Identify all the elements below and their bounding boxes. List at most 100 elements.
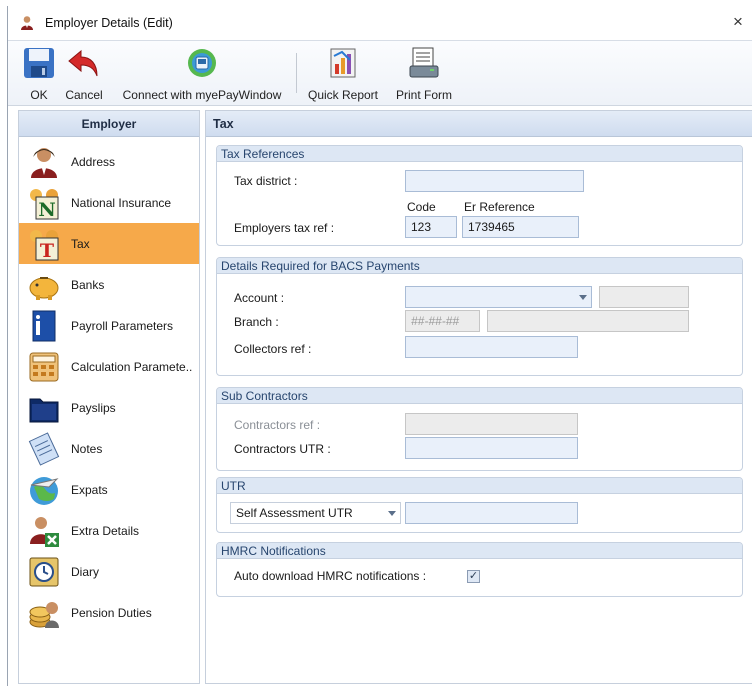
group-title-utr: UTR	[217, 478, 742, 494]
chart-report-icon	[330, 48, 356, 78]
pension-coins-icon	[27, 596, 61, 630]
quick-report-label: Quick Report	[307, 88, 379, 102]
cancel-button-label: Cancel	[65, 88, 103, 102]
person-extra-icon	[27, 514, 61, 548]
tax-panel: Tax Tax References Tax district : Code E…	[205, 110, 752, 684]
code-header: Code	[407, 200, 436, 214]
collectors-ref-label: Collectors ref :	[234, 342, 312, 356]
cancel-button[interactable]: Cancel	[62, 43, 106, 105]
nav-list: Address N National Insurance T Tax Banks Payro…	[19, 137, 199, 633]
payslip-folder-icon	[27, 391, 61, 425]
print-form-button[interactable]: Print Form	[389, 43, 459, 105]
nav-item-expats[interactable]: Expats	[19, 469, 199, 510]
utr-group: UTR Self Assessment UTR	[216, 477, 743, 533]
svg-text:N: N	[38, 199, 55, 220]
connect-mypaywindow-button[interactable]: Connect with myePayWindow	[118, 43, 286, 105]
toolbar-separator	[296, 53, 297, 93]
group-title-sub-contractors: Sub Contractors	[217, 388, 742, 404]
nav-item-label: National Insurance	[71, 195, 172, 210]
app-person-icon	[21, 16, 33, 30]
nav-item-national-insurance[interactable]: N National Insurance	[19, 182, 199, 223]
nav-item-diary[interactable]: Diary	[19, 551, 199, 592]
nav-item-address[interactable]: Address	[19, 141, 199, 182]
print-form-icon	[409, 47, 439, 78]
chevron-down-icon	[388, 511, 396, 516]
save-disk-icon	[24, 48, 54, 78]
print-form-label: Print Form	[395, 88, 452, 102]
nav-item-label: Pension Duties	[71, 605, 152, 620]
sub-contractors-group: Sub Contractors Contractors ref : Contra…	[216, 387, 743, 471]
nav-item-label: Calculation Paramete..	[71, 359, 193, 374]
nav-item-label: Notes	[71, 441, 103, 456]
nav-item-notes[interactable]: Notes	[19, 428, 199, 469]
nav-item-pension-duties[interactable]: Pension Duties	[19, 592, 199, 633]
national-insurance-icon: N	[27, 186, 61, 221]
auto-download-checkbox[interactable]: ✓	[467, 570, 480, 583]
nav-item-label: Expats	[71, 482, 108, 497]
branch-sort-code-field: ##-##-##	[405, 310, 480, 332]
quick-report-button[interactable]: Quick Report	[305, 43, 381, 105]
hmrc-notifications-group: HMRC Notifications Auto download HMRC no…	[216, 542, 743, 597]
utr-type-dropdown[interactable]: Self Assessment UTR	[230, 502, 401, 524]
ok-button[interactable]: OK	[18, 43, 60, 105]
chevron-down-icon	[579, 295, 587, 300]
nav-item-payroll-parameters[interactable]: Payroll Parameters	[19, 305, 199, 346]
ok-button-label: OK	[30, 88, 48, 102]
nav-item-payslips[interactable]: Payslips	[19, 387, 199, 428]
binder-icon	[27, 309, 61, 343]
group-title-hmrc: HMRC Notifications	[217, 543, 742, 559]
auto-download-label: Auto download HMRC notifications :	[234, 569, 427, 583]
piggy-bank-icon	[27, 268, 61, 302]
er-reference-header: Er Reference	[464, 200, 535, 214]
nav-item-tax[interactable]: T Tax	[19, 223, 199, 264]
collectors-ref-field[interactable]	[405, 336, 578, 358]
tax-references-group: Tax References Tax district : Code Er Re…	[216, 145, 743, 246]
nav-item-label: Banks	[71, 277, 105, 292]
tax-ref-code-field[interactable]: 123	[405, 216, 457, 238]
window-title: Employer Details (Edit)	[45, 16, 173, 30]
group-title-tax-references: Tax References	[217, 146, 742, 162]
svg-text:T: T	[40, 240, 54, 261]
contractors-utr-label: Contractors UTR :	[234, 442, 331, 456]
utr-type-selected: Self Assessment UTR	[236, 506, 353, 520]
branch-name-field	[487, 310, 689, 332]
tax-district-label: Tax district :	[234, 174, 298, 188]
nav-item-extra-details[interactable]: Extra Details	[19, 510, 199, 551]
account-label: Account :	[234, 291, 285, 305]
panel-title: Tax	[206, 111, 752, 137]
nav-item-label: Diary	[71, 564, 100, 579]
account-dropdown[interactable]	[405, 286, 592, 308]
contractors-utr-field[interactable]	[405, 437, 578, 459]
contractors-ref-field	[405, 413, 578, 435]
undo-arrow-icon	[68, 49, 98, 77]
globe-plane-icon	[27, 473, 61, 507]
bacs-payments-group: Details Required for BACS Payments Accou…	[216, 257, 743, 376]
employer-details-window: Employer Details (Edit) × OK Cancel Conn…	[7, 6, 752, 686]
connect-globe-icon	[188, 49, 216, 77]
account-number-field	[599, 286, 689, 308]
nav-item-label: Payslips	[71, 400, 116, 415]
group-title-bacs: Details Required for BACS Payments	[217, 258, 742, 274]
clock-diary-icon	[27, 555, 61, 589]
nav-header: Employer	[19, 111, 199, 137]
nav-item-label: Tax	[71, 236, 90, 251]
person-icon	[27, 145, 61, 179]
connect-button-label: Connect with myePayWindow	[122, 88, 282, 102]
utr-value-field[interactable]	[405, 502, 578, 524]
contractors-ref-label: Contractors ref :	[234, 418, 321, 432]
tax-ref-er-reference-field[interactable]: 1739465	[462, 216, 579, 238]
nav-item-label: Payroll Parameters	[71, 318, 174, 333]
tax-district-field[interactable]	[405, 170, 584, 192]
notepad-icon	[27, 431, 61, 466]
nav-item-calculation-paramete[interactable]: Calculation Paramete..	[19, 346, 199, 387]
nav-item-label: Extra Details	[71, 523, 140, 538]
nav-item-banks[interactable]: Banks	[19, 264, 199, 305]
tax-icon: T	[27, 227, 61, 262]
title-bar: Employer Details (Edit) ×	[8, 6, 752, 40]
toolbar: OK Cancel Connect with myePayWindow Quic…	[8, 40, 752, 106]
branch-label: Branch :	[234, 315, 279, 329]
nav-item-label: Address	[71, 154, 116, 169]
employers-tax-ref-label: Employers tax ref :	[234, 221, 335, 235]
calculator-icon	[27, 350, 61, 384]
close-icon[interactable]: ×	[729, 13, 747, 31]
